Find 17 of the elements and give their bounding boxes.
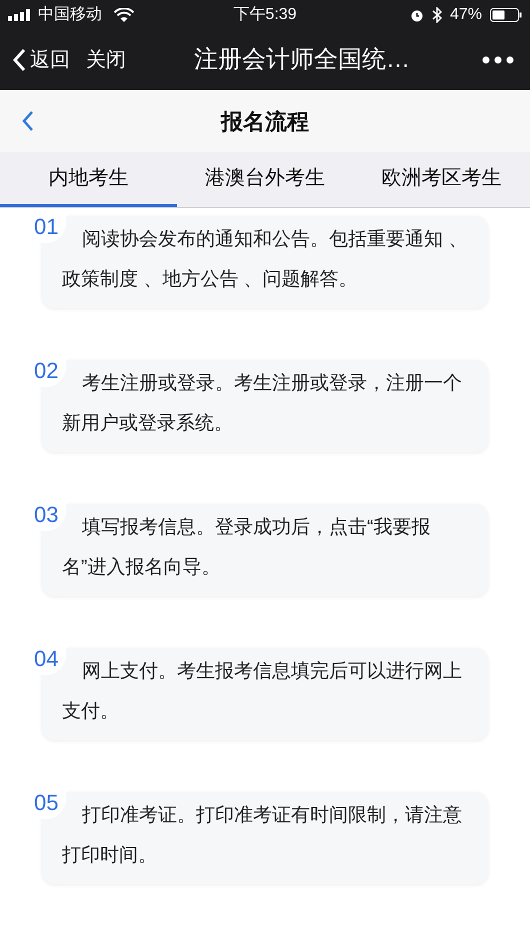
chevron-left-icon — [12, 48, 26, 72]
section-title: 报名流程 — [220, 108, 310, 136]
tab[interactable]: 欧洲考区考生 — [353, 152, 530, 207]
back-button[interactable]: 返回 — [12, 45, 70, 75]
more-icon — [482, 56, 514, 64]
close-button[interactable]: 关闭 — [86, 45, 126, 75]
battery-icon — [490, 8, 522, 22]
bluetooth-icon — [432, 7, 442, 23]
alarm-icon — [410, 8, 424, 22]
page-title: 注册会计师全国统… — [193, 45, 411, 75]
clock-time: 下午5:39 — [232, 5, 298, 25]
battery-percent: 47% — [450, 5, 482, 25]
chevron-left-icon — [20, 109, 34, 133]
wifi-icon — [114, 8, 134, 22]
tab[interactable]: 内地考生 — [0, 152, 177, 207]
tab[interactable]: 港澳台外考生 — [176, 152, 354, 207]
carrier-name: 中国移动 — [38, 4, 102, 25]
